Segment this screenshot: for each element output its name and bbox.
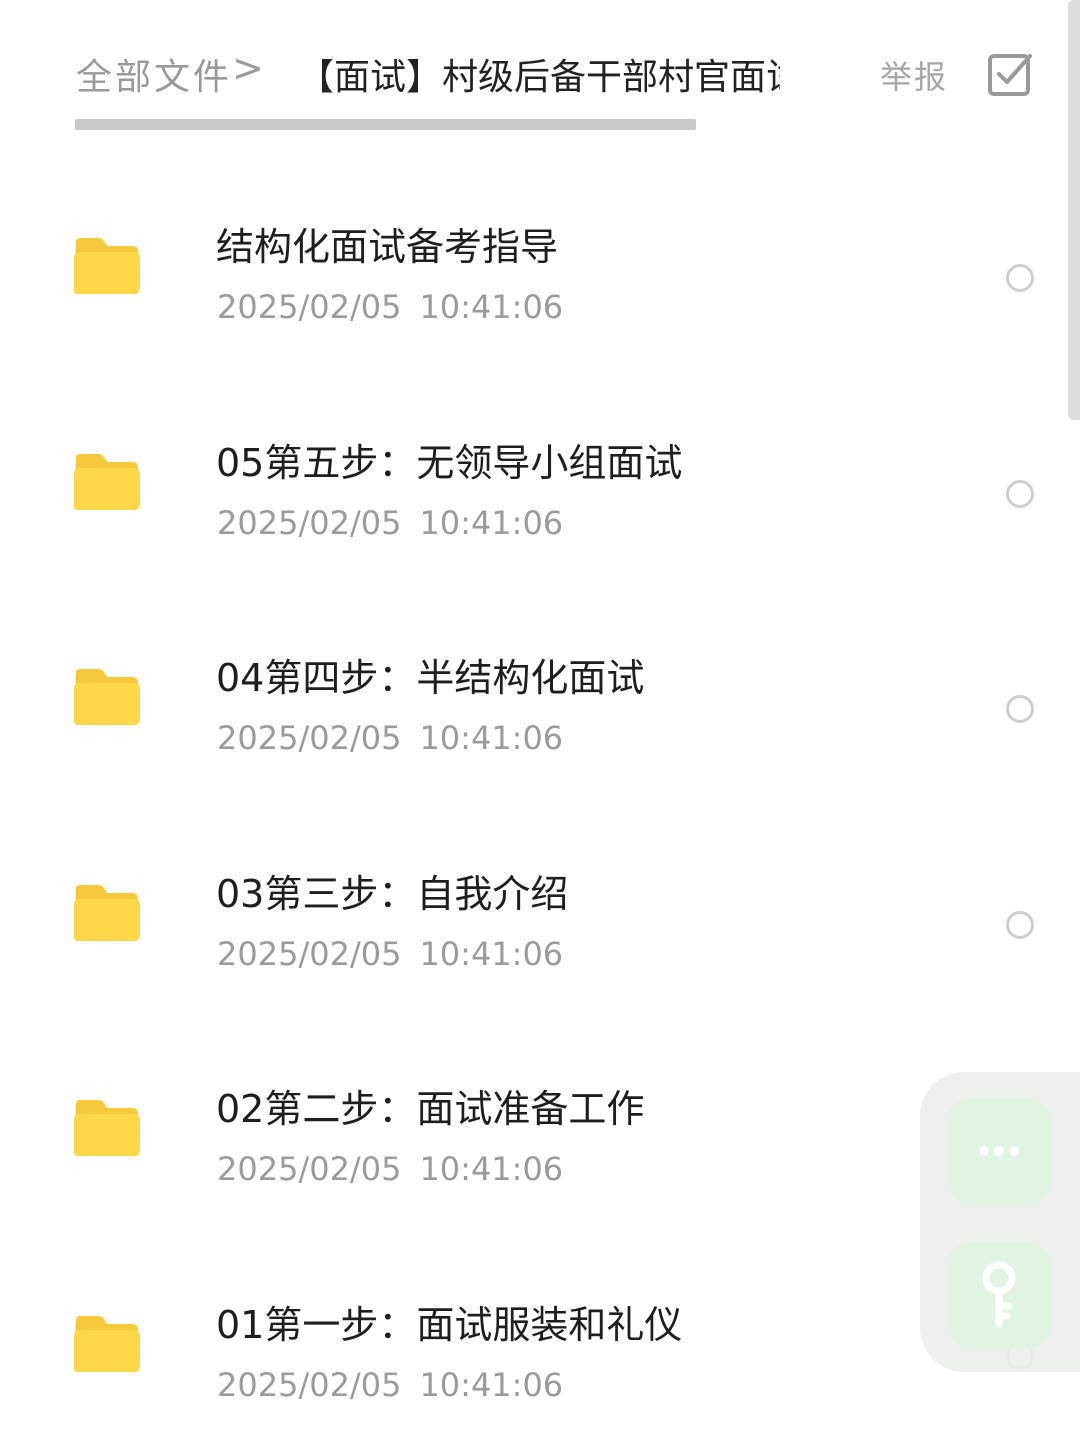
file-name: 05第五步：无领导小组面试 bbox=[216, 432, 682, 487]
folder-icon bbox=[72, 452, 140, 512]
folder-icon bbox=[72, 667, 140, 727]
top-bar: 全部文件 > 【面试】村级后备干部村官面试 举报 bbox=[0, 0, 1080, 140]
folder-icon bbox=[72, 236, 140, 296]
file-name: 结构化面试备考指导 bbox=[216, 216, 558, 271]
file-timestamp: 2025/02/0510:41:06 bbox=[217, 504, 563, 542]
file-list: 结构化面试备考指导 2025/02/0510:41:06 05第五步：无领导小组… bbox=[0, 160, 1080, 1453]
more-dots-icon[interactable] bbox=[946, 1098, 1052, 1204]
file-name: 04第四步：半结构化面试 bbox=[216, 647, 644, 702]
file-name: 02第二步：面试准备工作 bbox=[216, 1078, 644, 1133]
file-name: 03第三步：自我介绍 bbox=[216, 863, 568, 918]
folder-icon bbox=[72, 883, 140, 943]
file-timestamp: 2025/02/0510:41:06 bbox=[217, 1150, 563, 1188]
select-radio[interactable] bbox=[1006, 480, 1034, 508]
folder-icon bbox=[72, 1314, 140, 1374]
floating-toolbar bbox=[920, 1072, 1080, 1372]
select-radio[interactable] bbox=[1006, 695, 1034, 723]
file-timestamp: 2025/02/0510:41:06 bbox=[217, 288, 563, 326]
breadcrumb-scroll-indicator bbox=[75, 119, 696, 130]
report-button[interactable]: 举报 bbox=[880, 52, 948, 98]
file-row[interactable]: 03第三步：自我介绍 2025/02/0510:41:06 bbox=[0, 807, 1080, 1023]
breadcrumb-separator: > bbox=[232, 46, 264, 90]
file-row[interactable]: 04第四步：半结构化面试 2025/02/0510:41:06 bbox=[0, 591, 1080, 807]
checkbox-select-icon[interactable] bbox=[988, 52, 1032, 96]
file-row[interactable]: 02第二步：面试准备工作 2025/02/0510:41:06 bbox=[0, 1022, 1080, 1238]
file-row[interactable]: 05第五步：无领导小组面试 2025/02/0510:41:06 bbox=[0, 376, 1080, 592]
key-icon[interactable] bbox=[946, 1242, 1052, 1348]
file-row[interactable]: 01第一步：面试服装和礼仪 2025/02/0510:41:06 bbox=[0, 1238, 1080, 1453]
select-radio[interactable] bbox=[1006, 911, 1034, 939]
select-radio[interactable] bbox=[1006, 264, 1034, 292]
file-timestamp: 2025/02/0510:41:06 bbox=[217, 1366, 563, 1404]
folder-icon bbox=[72, 1098, 140, 1158]
file-timestamp: 2025/02/0510:41:06 bbox=[217, 935, 563, 973]
file-timestamp: 2025/02/0510:41:06 bbox=[217, 719, 563, 757]
breadcrumb-current[interactable]: 【面试】村级后备干部村官面试 bbox=[298, 48, 780, 100]
breadcrumb-root[interactable]: 全部文件 bbox=[76, 48, 232, 100]
file-name: 01第一步：面试服装和礼仪 bbox=[216, 1294, 682, 1349]
file-row[interactable]: 结构化面试备考指导 2025/02/0510:41:06 bbox=[0, 160, 1080, 376]
